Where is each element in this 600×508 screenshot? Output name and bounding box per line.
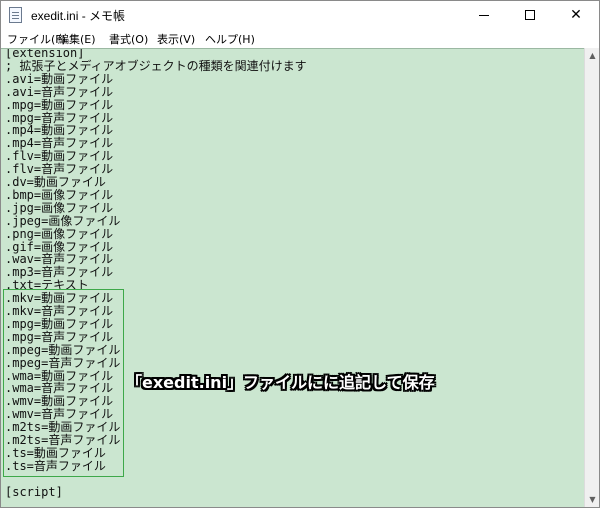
title-bar[interactable]: exedit.ini - メモ帳 ✕ [1, 1, 599, 29]
text-line: .png=画像ファイル [5, 226, 114, 241]
text-line: .avi=動画ファイル [5, 71, 114, 86]
maximize-icon [525, 10, 535, 20]
vertical-scrollbar[interactable]: ▲ ▼ [584, 48, 599, 507]
text-line: .bmp=画像ファイル [5, 187, 114, 202]
text-line: [script] [5, 484, 63, 499]
menu-help[interactable]: ヘルプ(H) [205, 31, 255, 47]
menu-format[interactable]: 書式(O) [109, 31, 148, 47]
menu-bar: ファイル(F) 編集(E) 書式(O) 表示(V) ヘルプ(H) [1, 29, 599, 48]
highlight-box [3, 289, 124, 477]
text-line: .mpg=動画ファイル [5, 97, 114, 112]
notepad-window: exedit.ini - メモ帳 ✕ ファイル(F) 編集(E) 書式(O) 表… [0, 0, 600, 508]
window-title: exedit.ini - メモ帳 [31, 9, 126, 23]
scroll-up-icon[interactable]: ▲ [585, 48, 599, 63]
scroll-down-icon[interactable]: ▼ [585, 492, 599, 507]
menu-edit[interactable]: 編集(E) [58, 31, 96, 47]
text-line: ; 拡張子とメディアオブジェクトの種類を関連付けます [5, 58, 307, 73]
text-line: .jpeg=画像ファイル [5, 213, 121, 228]
close-button[interactable]: ✕ [553, 1, 599, 29]
annotation-label: 「exedit.ini」ファイルにに追記して保存 [126, 373, 435, 392]
maximize-button[interactable] [507, 1, 553, 29]
minimize-button[interactable] [461, 1, 507, 29]
minimize-icon [479, 14, 489, 16]
text-line: .jpg=画像ファイル [5, 200, 114, 215]
menu-view[interactable]: 表示(V) [157, 31, 195, 47]
notepad-icon [9, 7, 22, 23]
text-line: .avi=音声ファイル [5, 84, 114, 99]
